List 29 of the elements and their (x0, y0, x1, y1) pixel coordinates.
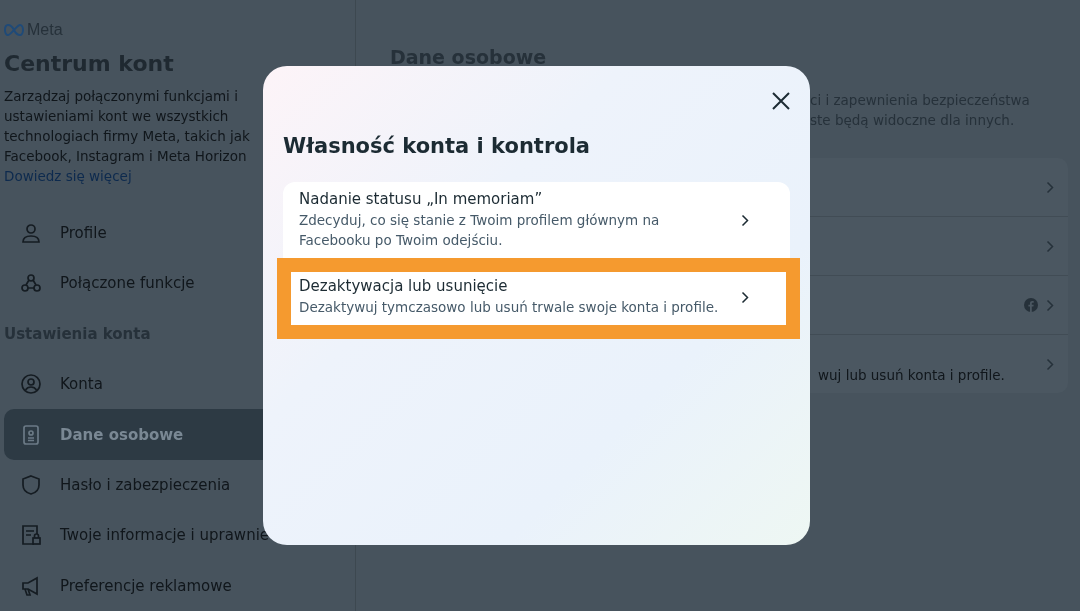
option-description: Zdecyduj, co się stanie z Twoim profilem głównym na Facebooku po Twoim odejściu. (299, 211, 661, 250)
chevron-right-icon (1046, 239, 1054, 253)
option-item[interactable]: Dezaktywacja lub usunięcie Dezaktywuj tymczasowo lub usuń trwale swoje konta i profile. (277, 258, 800, 339)
description-line: technologiach firmy Meta, takich jak (4, 127, 250, 147)
learn-more-link[interactable]: Dowiedz się więcej (4, 166, 132, 187)
chevron-right-icon (1046, 180, 1054, 194)
option-title: Nadanie statusu „In memoriam” (299, 190, 544, 208)
doc-lock-icon (20, 524, 42, 547)
description-line: ustawieniami kont we wszystkich (4, 107, 229, 127)
facebook-icon (1024, 298, 1038, 312)
chevron-right-icon (741, 213, 749, 227)
shield-icon (20, 473, 42, 496)
dialog-title: Własność konta i kontrola (283, 134, 591, 158)
nav-item[interactable]: Twoje informacje i uprawnie (4, 510, 415, 561)
badge-icon (20, 423, 42, 446)
chevron-right-icon (741, 290, 749, 304)
chevron-right-icon (1046, 357, 1054, 371)
nav-item[interactable]: Hasło i zabezpieczenia (4, 459, 415, 511)
person-icon (20, 221, 42, 244)
nav-item[interactable]: Preferencje reklamowe (4, 560, 415, 611)
account-icon (20, 373, 42, 396)
nav-item[interactable]: Konta (4, 358, 415, 410)
option-title: Dezaktywacja lub usunięcie (299, 277, 509, 295)
close-icon (772, 92, 790, 110)
nodes-icon (20, 272, 42, 295)
option-description: Dezaktywuj tymczasowo lub usuń trwale swoje konta i profile. (299, 298, 720, 317)
chevron-right-icon (1046, 298, 1054, 312)
infinity-logo-icon (4, 23, 24, 36)
option-item[interactable]: Nadanie statusu „In memoriam” Zdecyduj, co się stanie z Twoim profilem głównym na Facebooku po Twoim odejściu. (283, 182, 790, 258)
